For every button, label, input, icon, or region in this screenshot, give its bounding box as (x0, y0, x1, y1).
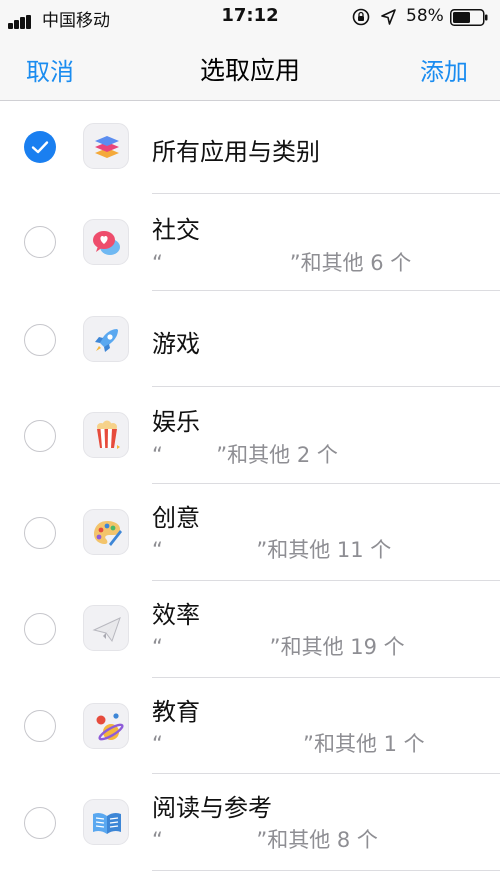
row-title: 阅读与参考 (152, 794, 272, 822)
list-item-social[interactable]: 社交 “ ”和其他 6 个 (0, 194, 500, 290)
checkbox[interactable] (24, 226, 56, 258)
list-item-entertainment[interactable]: 娱乐 “ ”和其他 2 个 (0, 387, 500, 483)
orientation-lock-icon (352, 8, 370, 26)
checkbox[interactable] (24, 324, 56, 356)
app-category-list: 所有应用与类别 社交 “ ”和其他 6 个 游戏 娱乐 “ ”和其他 2 个 创… (0, 101, 500, 886)
palette-icon (83, 509, 129, 555)
row-subtitle: “ ”和其他 6 个 (152, 251, 412, 275)
stack-layers-icon (83, 123, 129, 169)
paper-plane-icon (83, 605, 129, 651)
divider (152, 870, 500, 871)
location-arrow-icon (381, 9, 396, 25)
planet-icon (83, 703, 129, 749)
list-item-all-apps[interactable]: 所有应用与类别 (0, 101, 500, 193)
navigation-bar: 取消 选取应用 添加 (0, 34, 500, 101)
book-icon (83, 799, 129, 845)
row-title: 效率 (152, 601, 200, 629)
list-item-productivity[interactable]: 效率 “ ”和其他 19 个 (0, 581, 500, 677)
checkbox[interactable] (24, 420, 56, 452)
list-item-games[interactable]: 游戏 (0, 291, 500, 386)
row-title: 所有应用与类别 (152, 138, 320, 166)
chat-heart-icon (83, 219, 129, 265)
row-subtitle: “ ”和其他 2 个 (152, 443, 338, 467)
rocket-icon (83, 316, 129, 362)
checkbox[interactable] (24, 517, 56, 549)
list-item-reading-reference[interactable]: 阅读与参考 “ ”和其他 8 个 (0, 774, 500, 870)
list-item-education[interactable]: 教育 “ ”和其他 1 个 (0, 678, 500, 773)
row-subtitle: “ ”和其他 1 个 (152, 732, 425, 756)
list-item-creativity[interactable]: 创意 “ ”和其他 11 个 (0, 484, 500, 580)
row-title: 创意 (152, 504, 200, 532)
battery-icon (450, 9, 488, 26)
row-title: 社交 (152, 216, 200, 244)
checkbox-checked[interactable] (24, 131, 56, 163)
row-subtitle: “ ”和其他 11 个 (152, 538, 392, 562)
row-subtitle: “ ”和其他 8 个 (152, 828, 378, 852)
checkbox[interactable] (24, 807, 56, 839)
row-title: 教育 (152, 698, 200, 726)
row-title: 游戏 (152, 330, 200, 358)
popcorn-icon (83, 412, 129, 458)
checkbox[interactable] (24, 613, 56, 645)
battery-percentage: 58% (406, 6, 444, 26)
status-bar: 中国移动 17:12 58% (0, 0, 500, 34)
checkbox[interactable] (24, 710, 56, 742)
row-title: 娱乐 (152, 408, 200, 436)
add-button[interactable]: 添加 (420, 52, 468, 87)
row-subtitle: “ ”和其他 19 个 (152, 635, 405, 659)
